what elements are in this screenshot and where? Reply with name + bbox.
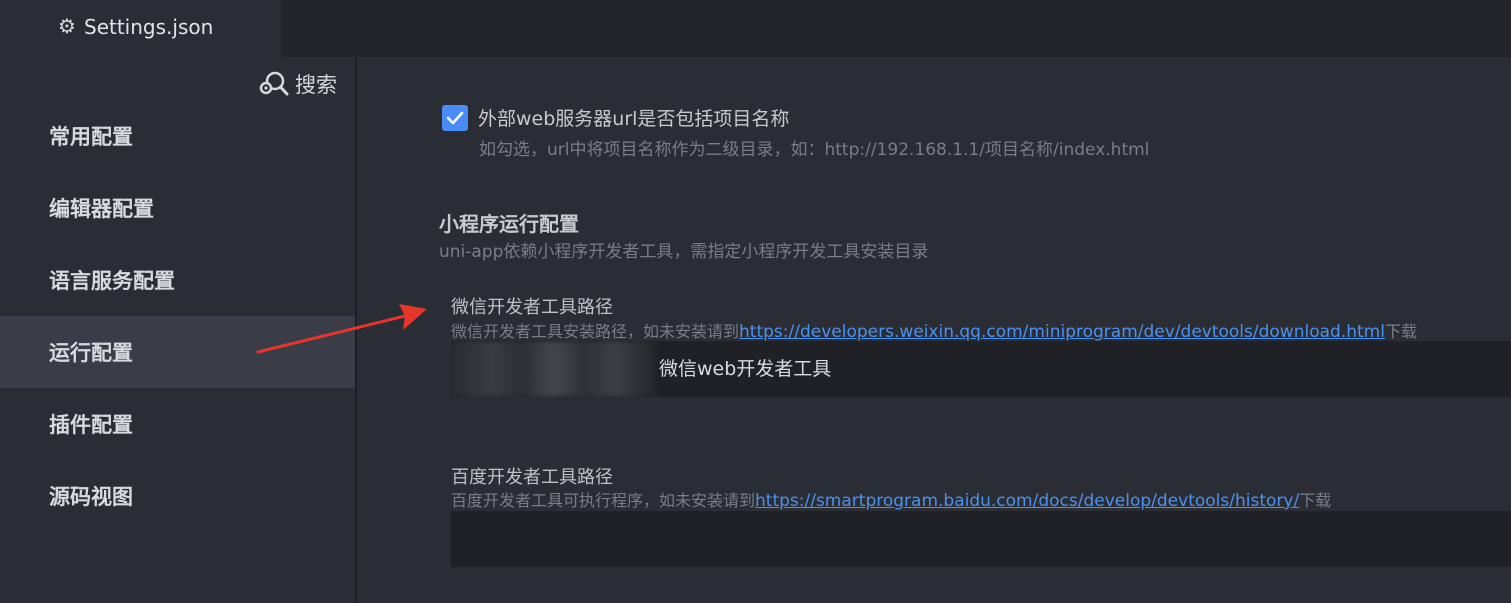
annotation-arrow-icon xyxy=(256,304,427,354)
wechat-path-value: 微信web开发者工具 xyxy=(659,358,832,380)
baidu-path-label: 百度开发者工具路径 xyxy=(451,467,613,488)
settings-window: ⚙ Settings.json 搜索 常用配置 编辑器配置 语言服务配置 运行配… xyxy=(0,0,1511,603)
baidu-path-input[interactable] xyxy=(451,511,1511,567)
sidebar-item-source-view[interactable]: 源码视图 xyxy=(0,460,355,532)
section-description: uni-app依赖小程序开发者工具，需指定小程序开发工具安装目录 xyxy=(439,242,929,262)
search-gear-icon xyxy=(259,71,289,96)
wechat-path-description: 微信开发者工具安装路径，如未安装请到https://developers.wei… xyxy=(451,318,1417,342)
settings-panel: 外部web服务器url是否包括项目名称 如勾选，url中将项目名称作为二级目录，… xyxy=(359,57,1511,603)
wechat-desc-suffix: 下载 xyxy=(1384,322,1417,341)
url-option-title: 外部web服务器url是否包括项目名称 xyxy=(478,108,790,130)
baidu-download-link[interactable]: https://smartprogram.baidu.com/docs/deve… xyxy=(755,491,1299,511)
baidu-desc-suffix: 下载 xyxy=(1299,491,1332,510)
sidebar-item-common[interactable]: 常用配置 xyxy=(0,100,355,172)
sidebar-item-plugins[interactable]: 插件配置 xyxy=(0,388,355,460)
baidu-path-description: 百度开发者工具可执行程序，如未安装请到https://smartprogram.… xyxy=(451,487,1331,511)
sidebar-item-editor[interactable]: 编辑器配置 xyxy=(0,172,355,244)
search-label: 搜索 xyxy=(295,73,337,97)
redacted-path xyxy=(451,341,656,397)
gear-icon: ⚙ xyxy=(58,14,76,38)
baidu-desc-prefix: 百度开发者工具可执行程序，如未安装请到 xyxy=(451,491,756,510)
section-title: 小程序运行配置 xyxy=(439,212,579,236)
wechat-path-label: 微信开发者工具路径 xyxy=(451,297,613,318)
url-option-description: 如勾选，url中将项目名称作为二级目录，如：http://192.168.1.1… xyxy=(479,140,1150,160)
wechat-desc-prefix: 微信开发者工具安装路径，如未安装请到 xyxy=(451,322,740,341)
tab-bar: ⚙ Settings.json xyxy=(0,0,1511,57)
tab-label: Settings.json xyxy=(84,15,214,39)
wechat-download-link[interactable]: https://developers.weixin.qq.com/minipro… xyxy=(739,322,1385,342)
search-button[interactable]: 搜索 xyxy=(257,69,337,99)
wechat-path-input[interactable]: 微信web开发者工具 xyxy=(451,341,1511,397)
checkmark-icon xyxy=(446,111,464,125)
tab-settings-json[interactable]: ⚙ Settings.json xyxy=(0,0,281,57)
url-include-project-checkbox[interactable] xyxy=(442,105,468,131)
